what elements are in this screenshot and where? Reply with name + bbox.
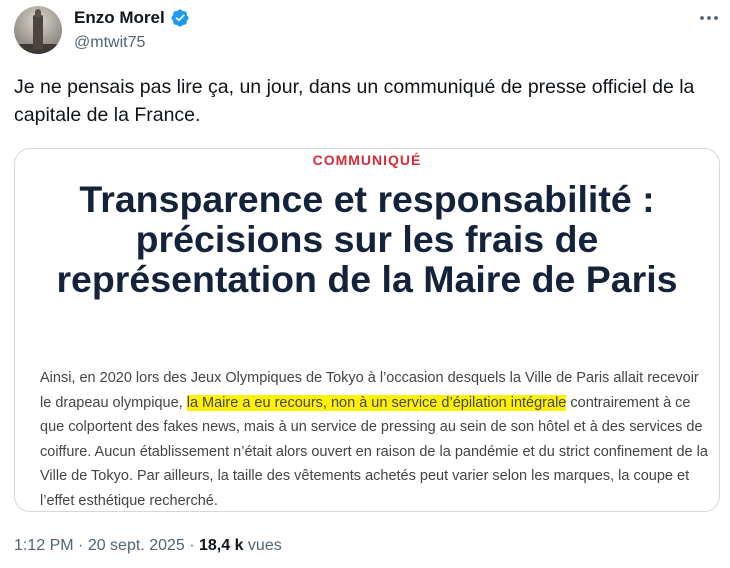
tweet-date[interactable]: 20 sept. 2025 [88,537,185,554]
highlighted-text: la Maire a eu recours, non à un service … [186,394,567,411]
verified-badge-icon [170,8,190,28]
avatar-tower-top [35,9,41,17]
press-release-headline: Transparence et responsabilité : précisi… [56,178,678,300]
views-label: vues [243,537,282,554]
meta-separator: · [73,537,88,554]
views-count: 18,4 k [199,537,244,554]
body-text-end: contrairement à ce que colportent des fa… [40,394,708,509]
tweet-text: Je ne pensais pas lire ça, un jour, dans… [14,76,695,126]
author-name-row: Enzo Morel [74,8,190,28]
press-release-body: Ainsi, en 2020 lors des Jeux Olympiques … [40,366,710,511]
avatar-tower [33,15,43,49]
tweet-time[interactable]: 1:12 PM [14,537,74,554]
meta-separator: · [184,537,199,554]
press-release-tag: COMMUNIQUÉ [312,152,422,168]
tweet-meta: 1:12 PM · 20 sept. 2025 · 18,4 k vues [14,537,282,555]
more-horizontal-icon[interactable] [697,6,721,30]
avatar[interactable] [14,6,62,54]
author-handle[interactable]: @mtwit75 [74,34,145,52]
attached-image[interactable]: COMMUNIQUÉ Transparence et responsabilit… [14,148,720,512]
author-name[interactable]: Enzo Morel [74,8,165,28]
